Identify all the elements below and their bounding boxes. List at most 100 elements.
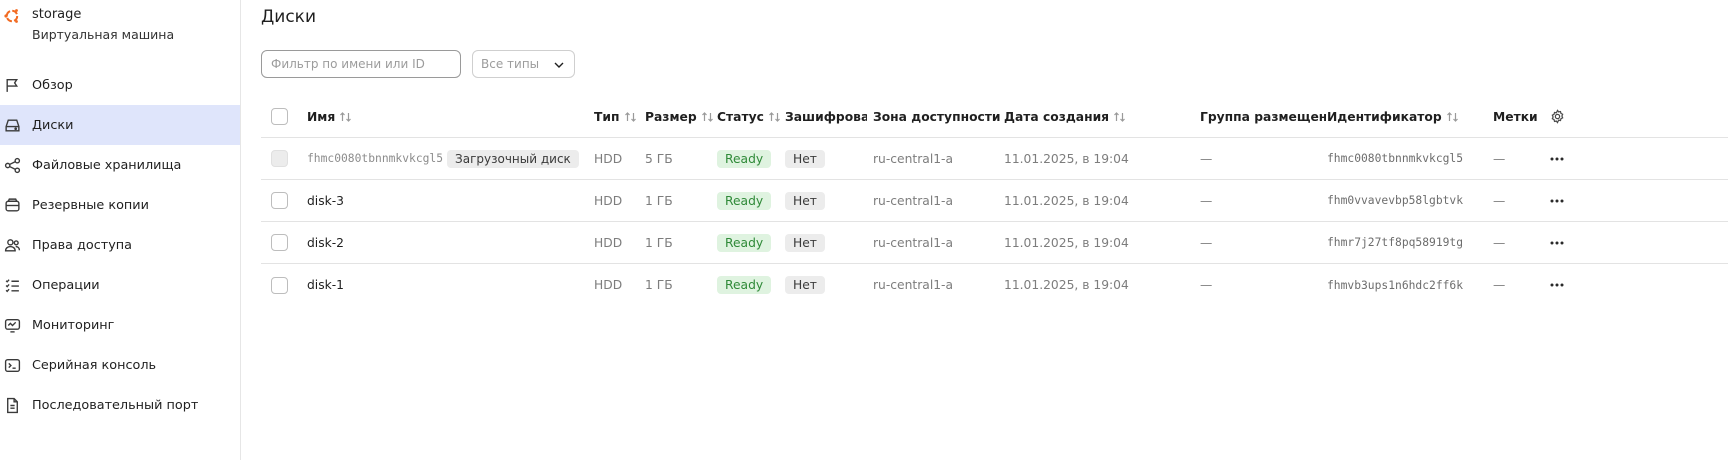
sidebar-item-file-storages[interactable]: Файловые хранилища [0, 145, 240, 185]
table-settings-button[interactable] [1546, 106, 1568, 128]
column-header-tags: Метки [1493, 96, 1543, 137]
column-label: Дата создания [1004, 109, 1110, 124]
disk-group: — [1200, 193, 1213, 208]
status-badge: Ready [717, 191, 772, 210]
list-icon [5, 279, 19, 293]
row-actions-button[interactable] [1546, 148, 1568, 170]
table-row[interactable]: disk-2 HDD 1 ГБ Ready Нет ru-central1-a … [261, 222, 1728, 264]
column-label: Размер [645, 109, 697, 124]
column-label: Метки [1493, 109, 1538, 124]
row-actions-button[interactable] [1546, 274, 1568, 296]
column-header-id[interactable]: Идентификатор [1327, 96, 1492, 137]
disk-zone: ru-central1-a [873, 193, 954, 208]
sidebar-item-monitoring[interactable]: Мониторинг [0, 305, 240, 345]
disk-name[interactable]: disk-1 [307, 264, 591, 306]
sidebar-nav: Обзор Диски Файловые хранилища Резервные… [0, 65, 240, 425]
status-badge: Ready [717, 149, 772, 168]
row-actions-button[interactable] [1546, 232, 1568, 254]
sidebar-item-label: Мониторинг [32, 317, 115, 333]
disk-name[interactable]: disk-3 [307, 180, 591, 221]
flag-icon [6, 78, 19, 92]
file-icon [7, 397, 18, 414]
disk-id: fhmvb3ups1n6hdc2ff6k [1327, 278, 1464, 292]
disk-tags: — [1493, 235, 1506, 250]
column-header-status[interactable]: Статус [717, 96, 785, 137]
compute-logo-icon [4, 9, 19, 23]
disk-created: 11.01.2025, в 19:04 [1004, 235, 1129, 250]
disk-type: HDD [594, 235, 623, 250]
sidebar-item-label: Обзор [32, 77, 73, 93]
sidebar-item-label: Резервные копии [32, 197, 149, 213]
disk-zone: ru-central1-a [873, 278, 954, 292]
disk-icon [5, 119, 20, 132]
sidebar-item-operations[interactable]: Операции [0, 265, 240, 305]
type-select[interactable]: Все типы [472, 50, 575, 78]
more-horizontal-icon [1550, 199, 1564, 202]
disk-zone: ru-central1-a [873, 235, 954, 250]
row-checkbox[interactable] [271, 234, 288, 251]
sidebar-item-serial-port[interactable]: Последовательный порт [0, 385, 240, 425]
sidebar-item-overview[interactable]: Обзор [0, 65, 240, 105]
column-header-zone[interactable]: Зона доступности [873, 96, 1005, 137]
disk-type: HDD [594, 278, 623, 292]
app-window: storage Виртуальная машина Обзор Диски Ф… [0, 0, 1728, 460]
column-label: Имя [307, 109, 336, 124]
table-row[interactable]: fhmc0080tbnnmkvkcgl5 Загрузочный диск HD… [261, 138, 1728, 180]
disk-tags: — [1493, 151, 1506, 166]
disk-size: 1 ГБ [645, 193, 673, 208]
table-header: Имя Тип Размер Статус Зашифрован [261, 96, 1728, 138]
disk-type: HDD [594, 151, 623, 166]
disk-group: — [1200, 278, 1213, 292]
disk-size: 1 ГБ [645, 235, 673, 250]
disk-name[interactable]: disk-2 [307, 222, 591, 263]
table-row[interactable]: disk-3 HDD 1 ГБ Ready Нет ru-central1-a … [261, 180, 1728, 222]
disk-name: fhmc0080tbnnmkvkcgl5 [307, 152, 444, 165]
sort-icon [340, 111, 352, 122]
page-title: Диски [261, 7, 316, 27]
disk-group: — [1200, 235, 1213, 250]
select-all-checkbox[interactable] [271, 108, 288, 125]
disk-group: — [1200, 151, 1213, 166]
disk-tags: — [1493, 193, 1506, 208]
sidebar: storage Виртуальная машина Обзор Диски Ф… [0, 0, 241, 460]
row-actions-button[interactable] [1546, 190, 1568, 212]
sidebar-item-serial-console[interactable]: Серийная консоль [0, 345, 240, 385]
type-select-value: Все типы [481, 57, 540, 71]
table-row[interactable]: disk-1 HDD 1 ГБ Ready Нет ru-central1-a … [261, 264, 1728, 306]
column-header-created[interactable]: Дата создания [1004, 96, 1194, 137]
sidebar-item-label: Файловые хранилища [32, 157, 182, 173]
sidebar-item-access[interactable]: Права доступа [0, 225, 240, 265]
more-horizontal-icon [1550, 283, 1564, 287]
monitor-icon [4, 318, 21, 333]
sidebar-item-disks[interactable]: Диски [0, 105, 240, 145]
disk-type: HDD [594, 193, 623, 208]
users-icon [4, 239, 21, 252]
row-checkbox[interactable] [271, 192, 288, 209]
column-header-name[interactable]: Имя [307, 96, 591, 137]
disk-id: fhm0vvavevbp58lgbtvk [1327, 194, 1464, 207]
backup-icon [5, 198, 20, 212]
encrypted-badge: Нет [785, 149, 825, 168]
column-header-type[interactable]: Тип [594, 96, 644, 137]
disk-created: 11.01.2025, в 19:04 [1004, 193, 1129, 208]
column-label: Идентификатор [1327, 109, 1442, 124]
sort-icon [768, 111, 780, 122]
row-checkbox [271, 150, 288, 167]
column-label: Тип [594, 109, 620, 124]
column-label: Статус [717, 109, 764, 124]
disk-created: 11.01.2025, в 19:04 [1004, 151, 1129, 166]
disk-tags: — [1493, 278, 1506, 292]
column-header-size[interactable]: Размер [645, 96, 717, 137]
sort-icon [701, 111, 713, 122]
main-content: Диски Все типы Имя Тип Разме [242, 0, 1728, 460]
status-badge: Ready [717, 276, 772, 294]
sort-icon [1446, 111, 1458, 122]
encrypted-badge: Нет [785, 191, 825, 210]
share-icon [4, 157, 21, 174]
sidebar-item-backups[interactable]: Резервные копии [0, 185, 240, 225]
more-horizontal-icon [1550, 241, 1564, 244]
sidebar-item-label: Последовательный порт [32, 397, 199, 413]
disks-table: Имя Тип Размер Статус Зашифрован [261, 96, 1728, 306]
row-checkbox[interactable] [271, 276, 288, 294]
filter-input[interactable] [261, 50, 461, 78]
